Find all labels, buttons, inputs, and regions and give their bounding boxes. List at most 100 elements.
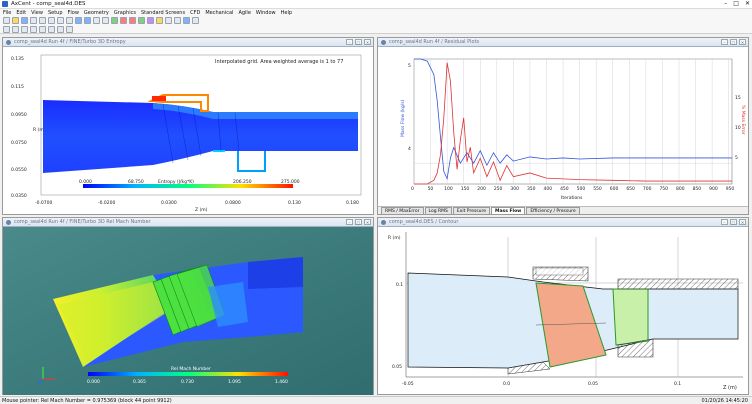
tool-g-icon[interactable] (57, 25, 64, 33)
undo-icon[interactable] (66, 17, 73, 24)
chart-icon[interactable] (147, 17, 154, 24)
tool-c-icon[interactable] (21, 25, 28, 33)
colorbar-title: Rel Mach Number (171, 366, 211, 372)
mass-flow-chart: 5 4 15 10 5 Mass Flow (kg/s) % Mass Erro… (400, 58, 746, 201)
cut-icon[interactable] (39, 17, 46, 24)
x-tick: 200 (477, 186, 486, 192)
colorbar-tick: 68.750 (128, 179, 144, 185)
tool-b-icon[interactable] (12, 25, 19, 33)
save-icon[interactable] (21, 17, 28, 24)
paste-icon[interactable] (57, 17, 64, 24)
x-tick: 600 (610, 186, 619, 192)
contour-panel[interactable]: comp_seal4d.DES / Contour – □ ✕ R (m) 0.1 … (377, 217, 749, 395)
tool-h-icon[interactable] (66, 25, 73, 33)
tab-log-rms[interactable]: Log RMS (424, 207, 452, 214)
y-tick: 0.05 (392, 364, 402, 370)
export-icon[interactable] (192, 17, 199, 24)
panel-maximize-button[interactable]: □ (730, 39, 737, 45)
minimize-button[interactable]: – (724, 0, 727, 7)
panel-icon (6, 219, 11, 225)
panel-minimize-button[interactable]: – (721, 39, 728, 45)
close-button[interactable]: ✕ (745, 0, 750, 7)
y-tick: 0.1 (396, 282, 403, 288)
tool-d-icon[interactable] (30, 25, 37, 33)
y-tick: 0.115 (11, 84, 24, 90)
menu-file[interactable]: File (3, 10, 11, 16)
menu-setup[interactable]: Setup (48, 10, 63, 16)
panel-close-button[interactable]: ✕ (739, 39, 746, 45)
blade-icon[interactable] (183, 17, 190, 24)
menu-view[interactable]: View (31, 10, 43, 16)
mach-colorbar (88, 372, 288, 376)
help-icon[interactable] (156, 17, 163, 24)
panel-minimize-button[interactable]: – (346, 219, 353, 225)
y2-tick: 15 (735, 95, 741, 101)
y-tick: 0.0750 (11, 140, 27, 146)
panel-close-button[interactable]: ✕ (364, 39, 371, 45)
menu-help[interactable]: Help (281, 10, 292, 16)
residual-tabs: RMS / MaxError Log RMS Exit Pressure Mas… (378, 206, 748, 214)
stop-icon[interactable] (129, 17, 136, 24)
panel-title: comp_seal4d Run 4f / Residual Plots (389, 39, 480, 45)
y2-axis-label: % Mass Error (740, 105, 746, 135)
x-tick: 0.1 (674, 381, 681, 387)
x-tick: 0.0800 (225, 200, 241, 206)
print-icon[interactable] (30, 17, 37, 24)
table-icon[interactable] (174, 17, 181, 24)
menu-flow[interactable]: Flow (68, 10, 79, 16)
run-icon[interactable] (138, 17, 145, 24)
x-tick: 500 (577, 186, 586, 192)
tab-rms-maxerror[interactable]: RMS / MaxError (381, 207, 424, 214)
mach-panel[interactable]: comp_seal4d Run 4f / FINE/Turbo 3D Rel M… (2, 217, 374, 395)
copy-icon[interactable] (48, 17, 55, 24)
tab-exit-pressure[interactable]: Exit Pressure (452, 207, 491, 214)
residual-panel[interactable]: comp_seal4d Run 4f / Residual Plots – □ ✕ … (377, 37, 749, 215)
y-tick: 0.0550 (11, 167, 27, 173)
grid-icon[interactable] (111, 17, 118, 24)
new-icon[interactable] (3, 17, 10, 24)
maximize-button[interactable]: □ (733, 0, 739, 7)
menu-mechanical[interactable]: Mechanical (205, 10, 233, 16)
x-tick: 50 (428, 186, 434, 192)
outlet-casing (248, 257, 303, 289)
panel-maximize-button[interactable]: □ (730, 219, 737, 225)
tool-a-icon[interactable] (3, 25, 10, 33)
tool-e-icon[interactable] (39, 25, 46, 33)
chart-plot-area (413, 58, 733, 185)
panel-minimize-button[interactable]: – (721, 219, 728, 225)
menu-graphics[interactable]: Graphics (114, 10, 136, 16)
pan-icon[interactable] (93, 17, 100, 24)
tab-mass-flow[interactable]: Mass Flow (491, 207, 526, 214)
panel-close-button[interactable]: ✕ (364, 219, 371, 225)
settings-icon[interactable] (165, 17, 172, 24)
interpolation-note: Interpolated grid. Area weighted average… (215, 59, 343, 65)
x-tick: 0.130 (288, 200, 301, 206)
rotate-icon[interactable] (84, 17, 91, 24)
panel-header: comp_seal4d Run 4f / FINE/Turbo 3D Rel M… (3, 218, 373, 227)
tab-efficiency-pressure[interactable]: Efficiency / Pressure (526, 207, 580, 214)
menu-edit[interactable]: Edit (16, 10, 26, 16)
open-icon[interactable] (12, 17, 19, 24)
y-tick: 5 (408, 63, 411, 69)
menu-window[interactable]: Window (256, 10, 276, 16)
x-ticks: 0 50 100 150 200 250 300 350 400 450 500 550 600 650 7… (411, 186, 734, 192)
menu-agile[interactable]: Agile (238, 10, 250, 16)
entropy-panel[interactable]: comp_seal4d Run 4f / FINE/Turbo 3D Entro… (2, 37, 374, 215)
colorbar-title: Entropy (J/kg*K) (158, 179, 194, 185)
panel-close-button[interactable]: ✕ (739, 219, 746, 225)
panel-maximize-button[interactable]: □ (355, 39, 362, 45)
panel-maximize-button[interactable]: □ (355, 219, 362, 225)
fit-icon[interactable] (102, 17, 109, 24)
panel-minimize-button[interactable]: – (346, 39, 353, 45)
x-tick: 300 (510, 186, 519, 192)
menu-cfd[interactable]: CFD (190, 10, 200, 16)
status-message: Mouse pointer: Rel Mach Number = 0.97536… (2, 397, 172, 404)
x-tick: 350 (527, 186, 536, 192)
zoom-icon[interactable] (75, 17, 82, 24)
window-title: AxCent - comp_seal4d.DES (11, 1, 86, 7)
tool-f-icon[interactable] (48, 25, 55, 33)
menu-geometry[interactable]: Geometry (84, 10, 109, 16)
color-icon[interactable] (120, 17, 127, 24)
mach-3d-view: Rel Mach Number 0.000 0.365 0.730 1.095 … (3, 227, 373, 395)
menu-standard-screens[interactable]: Standard Screens (141, 10, 185, 16)
